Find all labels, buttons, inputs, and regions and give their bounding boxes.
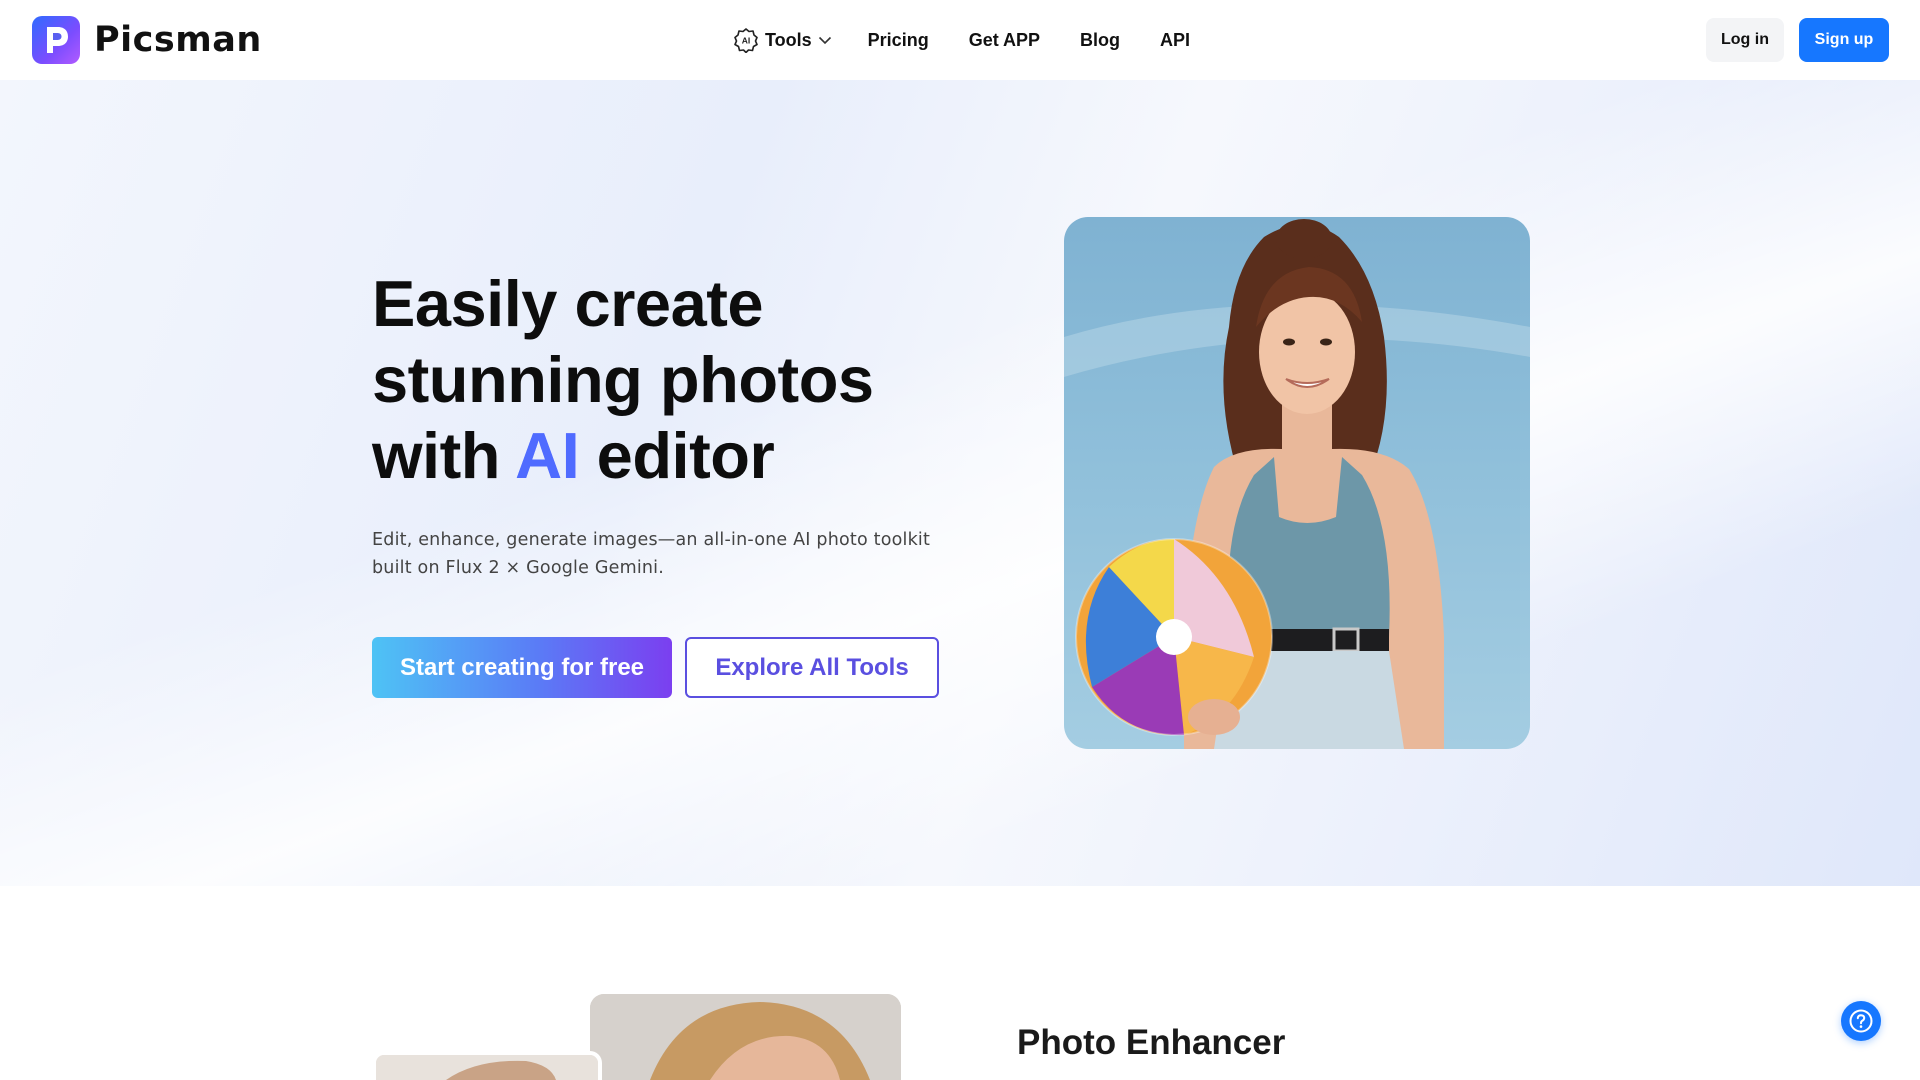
help-icon — [1849, 1009, 1873, 1033]
signup-button[interactable]: Sign up — [1799, 18, 1889, 62]
nav-tools[interactable]: AI Tools — [733, 27, 832, 53]
hero-subtitle-line2: built on Flux 2 × Google Gemini. — [372, 558, 664, 578]
nav-get-app[interactable]: Get APP — [969, 30, 1040, 51]
chevron-down-icon — [818, 36, 831, 45]
enhancer-before-image — [372, 1051, 602, 1080]
logo[interactable]: Picsman — [32, 16, 262, 64]
svg-text:AI: AI — [742, 36, 751, 46]
nav-pricing[interactable]: Pricing — [868, 30, 929, 51]
login-button[interactable]: Log in — [1706, 18, 1784, 62]
hero-title-line1: Easily create — [372, 267, 764, 340]
hero-title-line2: stunning photos — [372, 343, 874, 416]
main-nav: AI Tools Pricing Get APP Blog API — [733, 24, 1190, 56]
ai-badge-icon: AI — [734, 28, 758, 53]
nav-api[interactable]: API — [1160, 30, 1190, 51]
site-header: Picsman AI Tools Pricing Get APP Blog AP… — [0, 0, 1920, 80]
explore-tools-button[interactable]: Explore All Tools — [685, 637, 939, 698]
nav-blog[interactable]: Blog — [1080, 30, 1120, 51]
help-button[interactable] — [1841, 1001, 1881, 1041]
hero-title: Easily create stunning photos with AI ed… — [372, 266, 932, 494]
photo-enhancer-title: Photo Enhancer — [1017, 1023, 1286, 1062]
hero-subtitle: Edit, enhance, generate images—an all-in… — [372, 526, 952, 582]
enhancer-after-image — [590, 994, 901, 1080]
hero-section — [0, 80, 1920, 886]
picsman-logo-icon — [32, 16, 80, 64]
hero-title-line3-pre: with — [372, 419, 516, 492]
hero-title-line3-post: editor — [579, 419, 775, 492]
hero-title-ai: AI — [515, 419, 580, 492]
features-section — [0, 886, 1920, 1080]
brand-name: Picsman — [94, 20, 262, 60]
nav-tools-label: Tools — [765, 29, 812, 50]
hero-image — [1064, 217, 1530, 749]
start-creating-button[interactable]: Start creating for free — [372, 637, 672, 698]
hero-subtitle-line1: Edit, enhance, generate images—an all-in… — [372, 530, 931, 550]
